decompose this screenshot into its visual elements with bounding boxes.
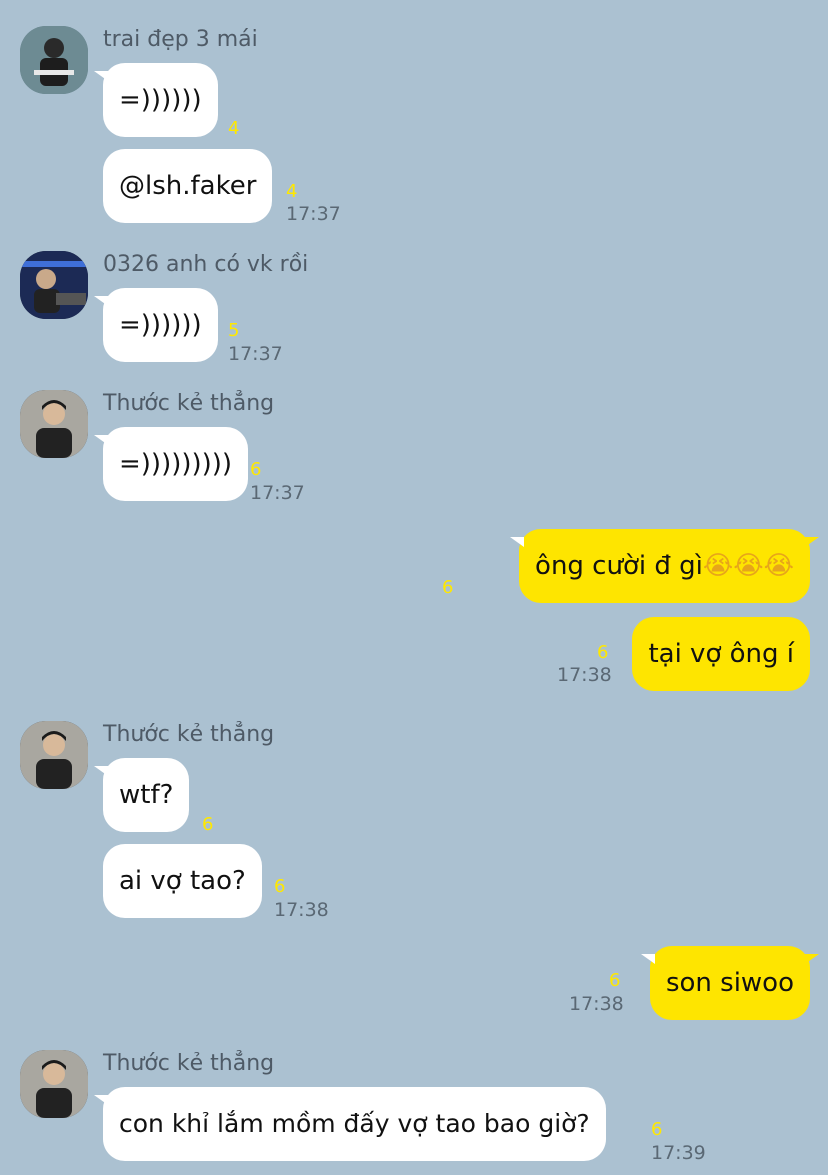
- sender-name: Thước kẻ thẳng: [103, 1051, 275, 1076]
- unread-count: 5: [228, 320, 240, 341]
- message-text: ông cười đ gì: [535, 551, 703, 581]
- unread-count: 6: [442, 577, 454, 598]
- message-bubble[interactable]: con khỉ lắm mồm đấy vợ tao bao giờ?: [94, 1087, 606, 1161]
- message-time: 17:37: [228, 343, 283, 365]
- sender-name: 0326 anh có vk rồi: [103, 252, 309, 277]
- avatar-trai-dep[interactable]: [20, 26, 88, 94]
- message-time: 17:37: [286, 203, 341, 225]
- sender-name: Thước kẻ thẳng: [103, 722, 275, 747]
- message-bubble[interactable]: @lsh.faker: [103, 149, 273, 223]
- unread-count: 6: [202, 814, 214, 835]
- unread-count: 4: [228, 118, 240, 139]
- unread-count: 6: [274, 876, 286, 897]
- message-time: 17:37: [250, 482, 305, 504]
- message-bubble[interactable]: ai vợ tao?: [103, 844, 262, 918]
- sender-name: trai đẹp 3 mái: [103, 27, 258, 52]
- avatar-photo-icon: [20, 390, 88, 458]
- avatar-thuoc-ke-thang[interactable]: [20, 390, 88, 458]
- unread-count: 6: [609, 970, 621, 991]
- message-time: 17:38: [274, 899, 329, 921]
- my-message-bubble[interactable]: son siwoo: [640, 946, 820, 1020]
- unread-count: 6: [250, 459, 262, 480]
- unread-count: 6: [651, 1119, 663, 1140]
- message-time: 17:38: [557, 664, 612, 686]
- avatar-photo-icon: [20, 26, 88, 94]
- message-bubble[interactable]: =)))))): [94, 288, 218, 362]
- my-message-bubble[interactable]: tại vợ ông í: [632, 617, 810, 691]
- message-time: 17:38: [569, 993, 624, 1015]
- unread-count: 4: [286, 181, 298, 202]
- unread-count: 6: [597, 642, 609, 663]
- avatar-photo-icon: [20, 251, 88, 319]
- avatar-thuoc-ke-thang[interactable]: [20, 721, 88, 789]
- my-message-bubble[interactable]: ông cười đ gì😭😭😭: [510, 529, 819, 603]
- avatar-photo-icon: [20, 721, 88, 789]
- avatar-thuoc-ke-thang[interactable]: [20, 1050, 88, 1118]
- message-time: 17:39: [651, 1142, 706, 1164]
- message-bubble[interactable]: =)))))): [94, 63, 218, 137]
- message-bubble[interactable]: =))))))))): [93, 427, 249, 501]
- avatar-photo-icon: [20, 1050, 88, 1118]
- crying-emoji-icon: 😭😭😭: [702, 551, 794, 581]
- message-bubble[interactable]: wtf?: [93, 758, 190, 832]
- sender-name: Thước kẻ thẳng: [103, 391, 275, 416]
- avatar-0326[interactable]: [20, 251, 88, 319]
